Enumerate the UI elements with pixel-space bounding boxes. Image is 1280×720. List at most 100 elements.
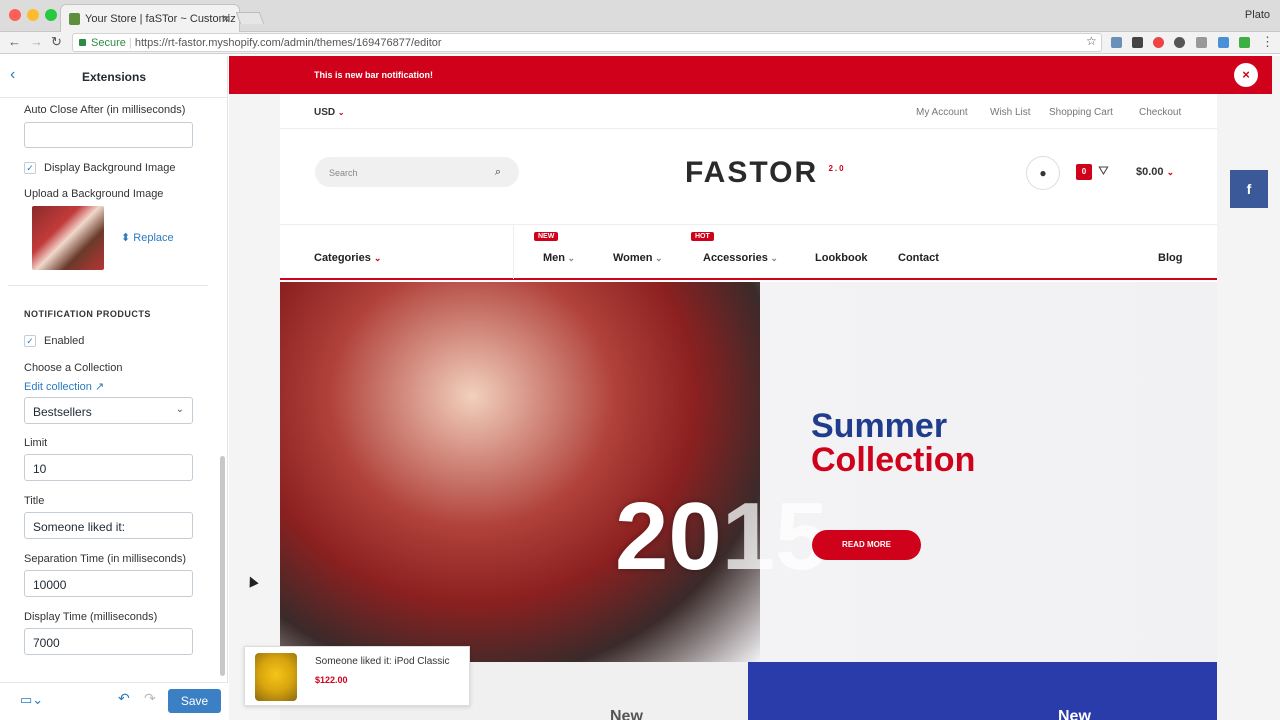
toast-price: $122.00 (315, 675, 348, 685)
main-navigation: Categories ⌄ NEW Men ⌄ Women ⌄ HOT Acces… (280, 224, 1217, 280)
auto-close-input[interactable] (24, 122, 193, 148)
maximize-window-icon[interactable] (45, 9, 57, 21)
background-image-thumbnail (32, 206, 104, 270)
replace-link[interactable]: ⬍ Replace (121, 231, 174, 244)
new-badge: NEW (534, 232, 559, 241)
device-preview-icon[interactable]: ▭⌄ (20, 692, 43, 708)
product-notification-toast[interactable]: Someone liked it: iPod Classic $122.00 (244, 646, 470, 706)
currency-label: USD (314, 107, 336, 118)
hero-slide[interactable]: 2015 Summer Collection READ MORE (280, 282, 1217, 662)
facebook-icon[interactable]: f (1230, 170, 1268, 208)
reload-icon[interactable]: ↻ (51, 34, 62, 50)
hero-title-line2: Collection (811, 441, 976, 479)
secure-label: Secure (91, 37, 126, 49)
store-page: USD ⌄ My Account Wish List Shopping Cart… (280, 94, 1217, 720)
promo-banner-right[interactable]: New (748, 662, 1217, 720)
minimize-window-icon[interactable] (27, 9, 39, 21)
chevron-down-icon: ⌄ (337, 108, 345, 117)
browser-tab[interactable]: Your Store | faSTor ~ Customiz ✕ (60, 4, 240, 32)
logo-version: 2.0 (828, 164, 846, 173)
my-account-link[interactable]: My Account (916, 107, 968, 118)
forward-icon[interactable]: → (30, 34, 43, 49)
shopping-cart-link[interactable]: Shopping Cart (1049, 107, 1113, 118)
nav-categories[interactable]: Categories ⌄ (314, 252, 381, 264)
undo-icon[interactable]: ↶ (118, 690, 130, 707)
checkout-link[interactable]: Checkout (1139, 107, 1181, 118)
tab-title: Your Store | faSTor ~ Customiz (85, 13, 236, 25)
nav-men-label: Men (543, 252, 565, 264)
panel-footer: ▭⌄ ↶ ↷ Save (0, 682, 228, 720)
account-icon[interactable]: ● (1026, 156, 1060, 190)
save-button[interactable]: Save (168, 689, 221, 713)
nav-women-label: Women (613, 252, 653, 264)
hero-image (280, 282, 760, 662)
cart-icon[interactable]: ⛛ (1098, 163, 1109, 179)
browser-profile[interactable]: Plato (1245, 9, 1270, 21)
search-placeholder: Search (329, 168, 358, 178)
store-preview: This is new bar notification! × USD ⌄ My… (229, 56, 1280, 720)
shopify-favicon-icon (69, 13, 80, 25)
browser-menu-icon[interactable]: ⋮ (1261, 34, 1274, 50)
extension-icon[interactable] (1111, 37, 1122, 48)
extension-icon[interactable] (1196, 37, 1207, 48)
lock-icon (79, 39, 86, 46)
limit-input[interactable]: 10 (24, 454, 193, 481)
hot-badge: HOT (691, 232, 714, 241)
close-tab-icon[interactable]: ✕ (221, 12, 231, 26)
collection-select[interactable]: Bestsellers ⌄ (24, 397, 193, 424)
redo-icon[interactable]: ↷ (144, 690, 156, 707)
notification-text: This is new bar notification! (314, 70, 434, 80)
back-icon[interactable]: ← (8, 34, 21, 49)
search-input[interactable]: Search ⌕ (315, 157, 519, 187)
search-icon[interactable]: ⌕ (495, 166, 501, 179)
banner-right-text: New (1058, 708, 1091, 720)
extension-icon[interactable] (1153, 37, 1164, 48)
categories-label: Categories (314, 252, 371, 264)
title-input[interactable]: Someone liked it: (24, 512, 193, 539)
new-tab-button[interactable] (235, 12, 265, 24)
edit-collection-link[interactable]: Edit collection ↗ (24, 380, 104, 393)
cart-total-value: $0.00 (1136, 166, 1164, 178)
nav-contact[interactable]: Contact (898, 252, 939, 264)
currency-selector[interactable]: USD ⌄ (314, 107, 345, 118)
divider (280, 128, 1217, 129)
nav-accessories[interactable]: Accessories ⌄ (703, 252, 778, 264)
replace-label: Replace (133, 232, 174, 244)
extension-icon[interactable] (1239, 37, 1250, 48)
year-faint: 15 (721, 483, 829, 590)
display-bg-label: Display Background Image (44, 162, 176, 174)
nav-lookbook[interactable]: Lookbook (815, 252, 868, 264)
replace-icon: ⬍ (121, 232, 134, 244)
auto-close-label: Auto Close After (in milliseconds) (24, 104, 186, 116)
close-notification-button[interactable]: × (1234, 63, 1258, 87)
display-bg-checkbox[interactable]: ✓ (24, 162, 36, 174)
cart-total[interactable]: $0.00 ⌄ (1136, 166, 1174, 178)
chevron-down-icon: ⌄ (652, 253, 663, 263)
chevron-down-icon: ⌄ (175, 404, 184, 415)
upload-bg-label: Upload a Background Image (24, 188, 164, 200)
separation-time-input[interactable]: 10000 (24, 570, 193, 597)
display-time-input[interactable]: 7000 (24, 628, 193, 655)
nav-blog[interactable]: Blog (1158, 252, 1182, 264)
close-window-icon[interactable] (9, 9, 21, 21)
address-toolbar: ← → ↻ Secure | https://rt-fastor.myshopi… (0, 32, 1280, 54)
wish-list-link[interactable]: Wish List (990, 107, 1031, 118)
nav-accessories-label: Accessories (703, 252, 768, 264)
hero-year: 2015 (615, 482, 829, 592)
read-more-button[interactable]: READ MORE (812, 530, 921, 560)
notification-bar: This is new bar notification! (229, 56, 1272, 94)
collection-value: Bestsellers (33, 405, 92, 419)
panel-header: ‹ Extensions (0, 56, 228, 98)
nav-men[interactable]: Men ⌄ (543, 252, 575, 264)
extension-icon[interactable] (1218, 37, 1229, 48)
settings-gear-icon[interactable] (1174, 37, 1185, 48)
store-logo[interactable]: FASTOR 2.0 (685, 156, 846, 190)
extension-icon[interactable] (1132, 37, 1143, 48)
bookmark-star-icon[interactable]: ☆ (1086, 34, 1097, 48)
panel-scrollbar[interactable] (220, 456, 225, 676)
year-main: 20 (615, 483, 722, 590)
enabled-checkbox[interactable]: ✓ (24, 335, 36, 347)
nav-women[interactable]: Women ⌄ (613, 252, 663, 264)
external-link-icon: ↗ (94, 381, 105, 393)
url-bar[interactable]: Secure | https://rt-fastor.myshopify.com… (72, 33, 1102, 52)
